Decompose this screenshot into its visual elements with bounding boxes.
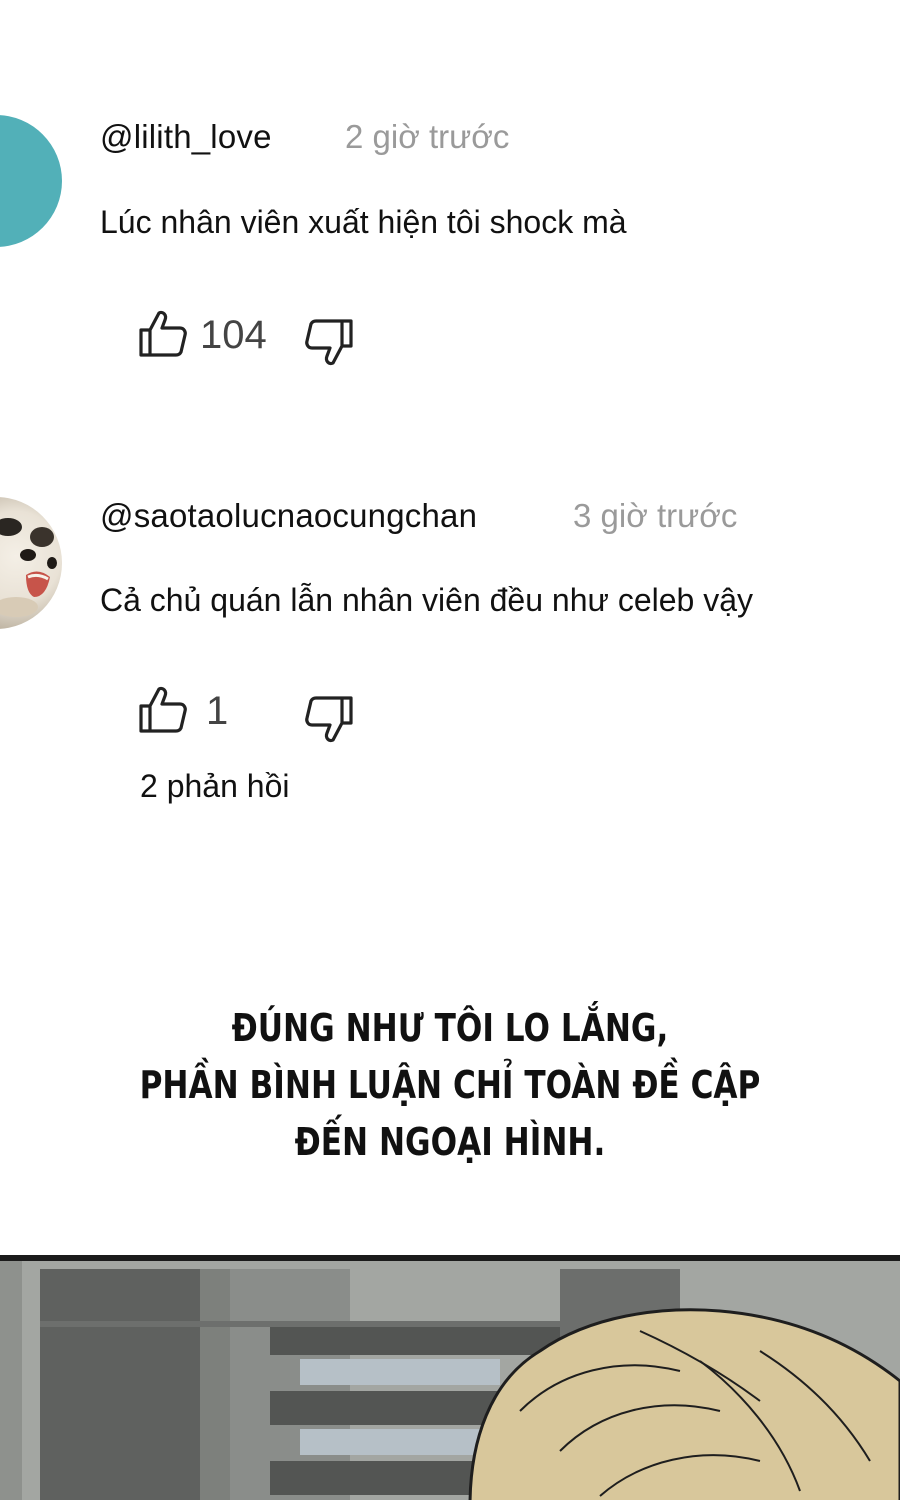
avatar[interactable] [0, 115, 62, 247]
comment-username[interactable]: @lilith_love [100, 118, 272, 156]
comment-text: Lúc nhân viên xuất hiện tôi shock mà [100, 204, 627, 240]
narration-line: PHẦN BÌNH LUẬN CHỈ TOÀN ĐỀ CẬP [139, 1063, 761, 1107]
thumbs-down-icon[interactable] [303, 693, 355, 745]
narration-line: ĐÚNG NHƯ TÔI LO LẮNG, [231, 1006, 669, 1050]
webtoon-page: @lilith_love 2 giờ trước Lúc nhân viên x… [0, 0, 900, 1500]
comment-text: Cả chủ quán lẫn nhân viên đều như celeb … [100, 582, 753, 618]
like-count: 1 [206, 689, 229, 733]
panel-illustration [0, 1261, 900, 1500]
comment-timestamp: 3 giờ trước [573, 497, 738, 534]
thumbs-down-icon[interactable] [303, 316, 355, 368]
thumbs-up-icon[interactable] [137, 684, 189, 736]
thumbs-up-icon[interactable] [137, 308, 189, 360]
comment-username[interactable]: @saotaolucnaocungchan [100, 497, 477, 535]
comment-timestamp: 2 giờ trước [345, 118, 510, 155]
avatar[interactable] [0, 497, 62, 629]
replies-link[interactable]: 2 phản hồi [140, 768, 289, 805]
narration-caption: ĐÚNG NHƯ TÔI LO LẮNG, PHẦN BÌNH LUẬN CHỈ… [81, 1000, 819, 1171]
cat-photo-icon [0, 518, 57, 617]
narration-line: ĐẾN NGOẠI HÌNH. [294, 1120, 606, 1164]
like-count: 104 [200, 313, 267, 357]
comic-panel [0, 1255, 900, 1500]
